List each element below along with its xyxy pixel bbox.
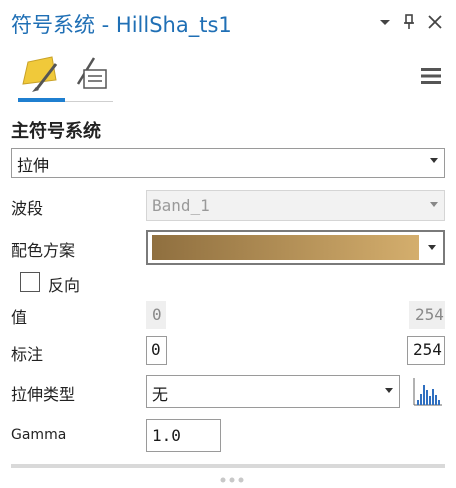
renderer-value: 拉伸 <box>17 156 50 175</box>
band-value: Band_1 <box>152 196 210 215</box>
close-icon[interactable] <box>426 13 444 31</box>
labels-min: 0 <box>151 340 161 359</box>
chevron-down-icon <box>385 388 393 393</box>
labels-label: 标注 <box>11 345 44 364</box>
labels-max: 254 <box>413 340 442 359</box>
pane-title: 符号系统 - HillSha_ts1 <box>11 13 232 37</box>
section-title: 主符号系统 <box>11 121 101 142</box>
stretch-type-value: 无 <box>152 385 169 404</box>
band-label: 波段 <box>11 199 44 218</box>
labels-max-input[interactable]: 254 <box>407 336 445 365</box>
chevron-down-icon <box>430 202 438 207</box>
value-min-field: 0 <box>146 301 166 329</box>
tab-layer-symbology[interactable] <box>72 54 110 92</box>
grip-dots-icon[interactable] <box>219 469 245 483</box>
invert-label: 反向 <box>48 276 81 295</box>
value-max-field: 254 <box>409 301 445 329</box>
labels-min-input[interactable]: 0 <box>146 336 167 365</box>
paint-bucket-icon <box>22 56 58 92</box>
gamma-label: Gamma <box>11 427 67 443</box>
value-min: 0 <box>152 305 162 324</box>
stretch-type-dropdown[interactable]: 无 <box>146 375 400 408</box>
band-dropdown: Band_1 <box>146 190 445 221</box>
active-tab-indicator <box>18 98 65 102</box>
options-chevron-icon[interactable] <box>377 14 393 30</box>
pin-icon[interactable] <box>401 13 417 31</box>
chevron-down-icon <box>430 158 438 163</box>
menu-icon[interactable] <box>420 66 442 86</box>
gamma-value: 1.0 <box>152 426 181 445</box>
renderer-dropdown[interactable]: 拉伸 <box>11 148 445 178</box>
tab-primary-symbology[interactable] <box>18 52 65 96</box>
brush-list-icon <box>76 57 107 89</box>
color-scheme-dropdown[interactable] <box>146 230 445 265</box>
tab-divider <box>65 101 113 102</box>
histogram-icon[interactable] <box>411 376 443 408</box>
stretch-type-label: 拉伸类型 <box>11 385 76 404</box>
color-ramp-swatch <box>152 235 419 260</box>
chevron-down-icon <box>428 245 436 250</box>
invert-checkbox[interactable] <box>20 272 40 292</box>
gamma-input[interactable]: 1.0 <box>146 419 221 452</box>
value-label: 值 <box>11 308 28 327</box>
color-scheme-label: 配色方案 <box>11 241 76 260</box>
value-max: 254 <box>415 305 444 324</box>
pane-splitter[interactable] <box>11 464 445 468</box>
